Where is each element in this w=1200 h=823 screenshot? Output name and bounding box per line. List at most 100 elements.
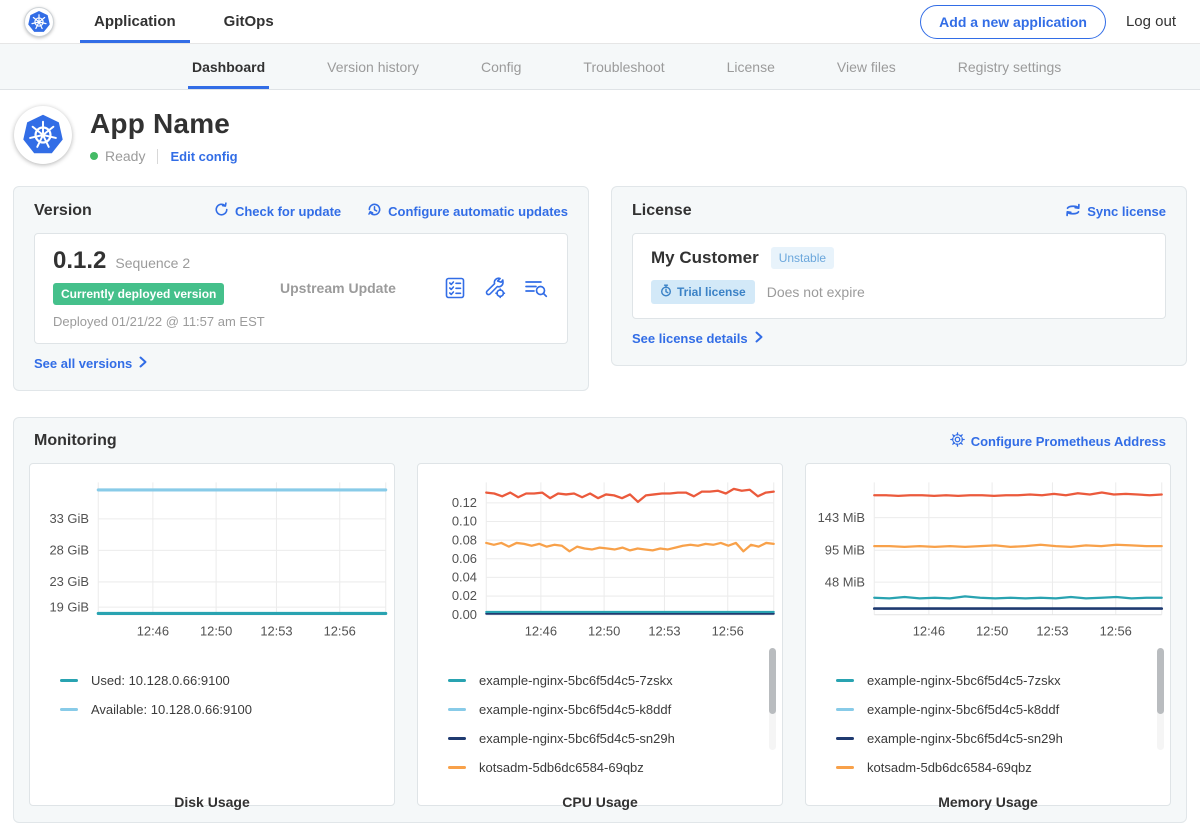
legend-dash-icon — [448, 766, 466, 769]
deployed-version-badge: Currently deployed version — [53, 283, 224, 305]
subnav-tab-dashboard[interactable]: Dashboard — [188, 44, 269, 89]
disk-usage-chart-card: 19 GiB23 GiB28 GiB33 GiB12:4612:5012:531… — [29, 463, 395, 806]
svg-text:0.12: 0.12 — [452, 495, 477, 510]
subnav-tab-config[interactable]: Config — [477, 44, 525, 89]
legend-scrollbar[interactable] — [769, 648, 776, 750]
svg-text:12:56: 12:56 — [324, 623, 356, 638]
see-all-versions-link[interactable]: See all versions — [34, 356, 147, 371]
svg-text:12:53: 12:53 — [1036, 623, 1068, 638]
legend-label: example-nginx-5bc6f5d4c5-k8ddf — [867, 702, 1059, 717]
legend-dash-icon — [836, 766, 854, 769]
cpu-usage-plot[interactable]: 0.000.020.040.060.080.100.1212:4612:5012… — [418, 472, 782, 650]
legend-dash-icon — [836, 708, 854, 711]
memory-usage-chart-card: 48 MiB95 MiB143 MiB12:4612:5012:5312:56 … — [805, 463, 1171, 806]
subnav-tab-license[interactable]: License — [723, 44, 779, 89]
refresh-icon — [214, 202, 229, 220]
svg-text:12:46: 12:46 — [137, 623, 169, 638]
chevron-right-icon — [139, 356, 147, 371]
view-logs-icon[interactable] — [523, 276, 549, 300]
legend-dash-icon — [60, 679, 78, 682]
memory-usage-title: Memory Usage — [806, 794, 1170, 810]
svg-text:143 MiB: 143 MiB — [818, 510, 865, 525]
svg-text:12:50: 12:50 — [976, 623, 1008, 638]
disk-usage-legend: Used: 10.128.0.66:9100 Available: 10.128.… — [60, 666, 394, 782]
svg-text:19 GiB: 19 GiB — [49, 599, 88, 614]
preflight-checks-icon[interactable] — [443, 276, 467, 300]
legend-dash-icon — [836, 737, 854, 740]
check-for-update-button[interactable]: Check for update — [214, 202, 341, 220]
svg-text:12:56: 12:56 — [712, 623, 744, 638]
customer-name: My Customer — [651, 248, 759, 268]
monitoring-title: Monitoring — [34, 432, 117, 450]
add-application-button[interactable]: Add a new application — [920, 5, 1106, 39]
current-version-box: 0.1.2 Sequence 2 Currently deployed vers… — [34, 233, 568, 344]
legend-item: example-nginx-5bc6f5d4c5-k8ddf — [836, 695, 1170, 724]
see-license-details-link[interactable]: See license details — [632, 331, 763, 346]
logout-link[interactable]: Log out — [1126, 13, 1176, 30]
configure-automatic-updates-button[interactable]: Configure automatic updates — [367, 202, 568, 220]
svg-text:12:46: 12:46 — [525, 623, 557, 638]
legend-label: Available: 10.128.0.66:9100 — [91, 702, 252, 717]
disk-usage-title: Disk Usage — [30, 794, 394, 810]
svg-text:12:50: 12:50 — [588, 623, 620, 638]
svg-text:12:50: 12:50 — [200, 623, 232, 638]
subnav-tab-version-history[interactable]: Version history — [323, 44, 423, 89]
deployed-timestamp: Deployed 01/21/22 @ 11:57 am EST — [53, 314, 268, 329]
license-card-title: License — [632, 202, 692, 220]
legend-dash-icon — [448, 737, 466, 740]
scrollbar-thumb[interactable] — [769, 648, 776, 714]
svg-text:0.00: 0.00 — [452, 607, 477, 622]
legend-dash-icon — [448, 708, 466, 711]
status-text: Ready — [105, 148, 145, 164]
sync-arrows-icon — [1065, 203, 1081, 220]
svg-text:12:56: 12:56 — [1100, 623, 1132, 638]
legend-item: example-nginx-5bc6f5d4c5-sn29h — [448, 724, 782, 753]
cpu-usage-title: CPU Usage — [418, 794, 782, 810]
license-box: My Customer Unstable Trial license Does … — [632, 233, 1166, 319]
tab-application[interactable]: Application — [88, 0, 182, 43]
stopwatch-icon — [660, 284, 672, 300]
memory-usage-plot[interactable]: 48 MiB95 MiB143 MiB12:4612:5012:5312:56 — [806, 472, 1170, 650]
svg-text:0.02: 0.02 — [452, 588, 477, 603]
edit-config-link[interactable]: Edit config — [170, 149, 237, 164]
cpu-usage-legend: example-nginx-5bc6f5d4c5-7zskx example-ng… — [448, 666, 782, 782]
tab-gitops[interactable]: GitOps — [218, 0, 280, 43]
legend-label: kotsadm-5db6dc6584-69qbz — [479, 760, 644, 775]
configure-prometheus-button[interactable]: Configure Prometheus Address — [950, 432, 1166, 450]
disk-usage-plot[interactable]: 19 GiB23 GiB28 GiB33 GiB12:4612:5012:531… — [30, 472, 394, 650]
svg-text:95 MiB: 95 MiB — [825, 542, 865, 557]
gear-icon — [950, 432, 965, 450]
legend-label: example-nginx-5bc6f5d4c5-sn29h — [867, 731, 1063, 746]
version-source: Upstream Update — [268, 280, 443, 296]
edit-config-wrench-icon[interactable] — [483, 276, 507, 300]
svg-text:0.08: 0.08 — [452, 532, 477, 547]
legend-dash-icon — [60, 708, 78, 711]
status-dot-icon — [90, 152, 98, 160]
svg-text:48 MiB: 48 MiB — [825, 574, 865, 589]
scrollbar-thumb[interactable] — [1157, 648, 1164, 714]
main-content: Version Check for update Configure autom… — [0, 178, 1200, 823]
svg-text:12:53: 12:53 — [648, 623, 680, 638]
subnav-tab-registry-settings[interactable]: Registry settings — [954, 44, 1065, 89]
svg-text:23 GiB: 23 GiB — [49, 574, 88, 589]
subnav-tab-view-files[interactable]: View files — [833, 44, 900, 89]
app-icon — [14, 106, 72, 164]
license-expiry: Does not expire — [767, 284, 865, 300]
svg-text:0.06: 0.06 — [452, 551, 477, 566]
clock-refresh-icon — [367, 202, 382, 220]
legend-item: Used: 10.128.0.66:9100 — [60, 666, 394, 695]
cpu-usage-chart-card: 0.000.020.040.060.080.100.1212:4612:5012… — [417, 463, 783, 806]
kubernetes-logo-icon — [27, 10, 51, 34]
divider — [157, 149, 158, 164]
legend-label: Used: 10.128.0.66:9100 — [91, 673, 230, 688]
legend-scrollbar[interactable] — [1157, 648, 1164, 750]
legend-item: kotsadm-5db6dc6584-69qbz — [836, 753, 1170, 782]
legend-item: example-nginx-5bc6f5d4c5-7zskx — [448, 666, 782, 695]
subnav-tab-troubleshoot[interactable]: Troubleshoot — [579, 44, 668, 89]
legend-label: kotsadm-5db6dc6584-69qbz — [867, 760, 1032, 775]
page-title: App Name — [90, 108, 238, 140]
svg-text:33 GiB: 33 GiB — [49, 511, 88, 526]
sync-license-button[interactable]: Sync license — [1065, 203, 1166, 220]
channel-badge: Unstable — [771, 247, 834, 269]
version-sequence: Sequence 2 — [115, 255, 190, 271]
